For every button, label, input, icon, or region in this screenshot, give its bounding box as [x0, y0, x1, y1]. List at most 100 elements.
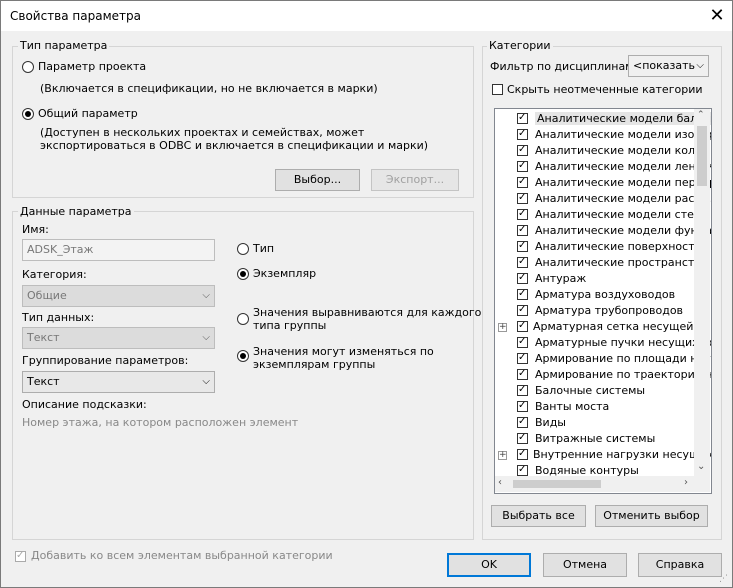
- tree-item-checkbox[interactable]: [517, 447, 528, 460]
- tree-item-label[interactable]: Арматура воздуховодов: [535, 288, 675, 301]
- tree-item-label[interactable]: Аналитические модели стен: [535, 208, 701, 221]
- tree-item-label[interactable]: Аналитические модели изолир: [535, 128, 711, 141]
- aligned-label-line2[interactable]: типа группы: [253, 319, 326, 332]
- tree-item[interactable]: + Арматурная сетка несущей ко: [495, 319, 710, 335]
- tree-item-label[interactable]: Аналитические поверхности: [535, 240, 702, 253]
- tree-item[interactable]: Балочные системы: [495, 383, 695, 399]
- tree-item-label[interactable]: Витражные системы: [535, 432, 655, 445]
- datatype-select[interactable]: Текст ⌵: [22, 327, 215, 349]
- grouping-select[interactable]: Текст ⌵: [22, 371, 215, 393]
- hide-unchecked-label[interactable]: Скрыть неотмеченные категории: [507, 83, 703, 96]
- tree-item[interactable]: Армирование по площади несу: [495, 351, 711, 367]
- tree-item[interactable]: + Внутренние нагрузки несущих ко: [495, 447, 711, 463]
- instance-radio[interactable]: [237, 268, 249, 280]
- tree-item[interactable]: Ванты моста: [495, 399, 695, 415]
- tree-item[interactable]: Виды: [495, 415, 695, 431]
- tree-item-checkbox[interactable]: [517, 271, 528, 284]
- tree-item-checkbox[interactable]: [517, 159, 528, 172]
- cancel-button[interactable]: Отмена: [543, 553, 627, 577]
- tree-item-label[interactable]: Аналитические модели раско...: [535, 192, 711, 205]
- tree-item-label[interactable]: Антураж: [535, 272, 586, 285]
- tree-item[interactable]: Аналитические модели раско...: [495, 191, 711, 207]
- tree-item[interactable]: Аналитические модели стен: [495, 207, 701, 223]
- tree-item-checkbox[interactable]: [517, 111, 528, 124]
- tree-item-label[interactable]: Аналитические модели кол...: [535, 144, 706, 157]
- category-select[interactable]: Общие ⌵: [22, 285, 215, 307]
- help-button[interactable]: Справка: [638, 553, 722, 577]
- chevron-right-icon[interactable]: ›: [684, 477, 688, 488]
- tree-item-checkbox[interactable]: [517, 399, 528, 412]
- tree-item[interactable]: Аналитические модели ленточ: [495, 159, 711, 175]
- tree-item[interactable]: Аналитические модели кол...: [495, 143, 706, 159]
- close-icon[interactable]: ✕: [704, 4, 730, 28]
- vary-radio[interactable]: [237, 350, 249, 362]
- expand-plus-icon[interactable]: +: [498, 323, 507, 332]
- tree-item-checkbox[interactable]: [517, 191, 528, 204]
- tree-item-checkbox[interactable]: [517, 287, 528, 300]
- resize-grip-icon[interactable]: ⋰: [719, 574, 728, 584]
- tree-item-checkbox[interactable]: [517, 319, 528, 332]
- tree-item-label[interactable]: Ванты моста: [535, 400, 609, 413]
- horizontal-scrollbar[interactable]: ‹ ›: [495, 476, 694, 492]
- shared-param-radio[interactable]: [22, 108, 34, 120]
- ok-button[interactable]: OK: [447, 553, 531, 577]
- tree-item-label[interactable]: Арматурные пучки несущих ко: [535, 336, 711, 349]
- tree-item-checkbox[interactable]: [517, 367, 528, 380]
- vary-label-line1[interactable]: Значения могут изменяться по: [253, 345, 434, 358]
- aligned-radio[interactable]: [237, 313, 249, 325]
- vertical-scrollbar[interactable]: ⌃ ⌄: [694, 109, 710, 476]
- tree-item-label[interactable]: Армирование по площади несу: [535, 352, 711, 365]
- add-to-all-checkbox[interactable]: [15, 549, 26, 562]
- hscrollbar-thumb[interactable]: [513, 480, 601, 488]
- project-param-label[interactable]: Параметр проекта: [38, 60, 146, 73]
- type-radio[interactable]: [237, 243, 249, 255]
- tree-item-checkbox[interactable]: [517, 415, 528, 428]
- tree-item-checkbox[interactable]: [517, 239, 528, 252]
- add-to-all-label[interactable]: Добавить ко всем элементам выбранной кат…: [31, 549, 333, 562]
- tree-item-checkbox[interactable]: [517, 255, 528, 268]
- vary-label-line2[interactable]: экземплярам группы: [253, 358, 375, 371]
- tree-item-checkbox[interactable]: [517, 223, 528, 236]
- chevron-up-icon[interactable]: ⌃: [697, 110, 705, 120]
- tree-item-label[interactable]: Арматура трубопроводов: [535, 304, 683, 317]
- hide-unchecked-checkbox[interactable]: [492, 84, 503, 95]
- tree-item[interactable]: Аналитические модели фундам: [495, 223, 711, 239]
- tree-item-checkbox[interactable]: [517, 143, 528, 156]
- chevron-down-icon[interactable]: ⌄: [697, 461, 705, 472]
- tree-item-label[interactable]: Арматурная сетка несущей ко: [533, 320, 710, 333]
- tree-item[interactable]: Арматура трубопроводов: [495, 303, 695, 319]
- tree-item[interactable]: Аналитические поверхности: [495, 239, 702, 255]
- select-button[interactable]: Выбор...: [275, 169, 360, 191]
- tree-item[interactable]: Аналитические модели изолир: [495, 127, 711, 143]
- tree-item[interactable]: Антураж: [495, 271, 695, 287]
- name-field[interactable]: ADSK_Этаж: [22, 239, 215, 261]
- export-button[interactable]: Экспорт...: [371, 169, 459, 191]
- tree-item[interactable]: Витражные системы: [495, 431, 695, 447]
- tree-item[interactable]: Аналитические модели балки: [495, 111, 711, 127]
- tree-item-label[interactable]: Внутренние нагрузки несущих ко: [533, 448, 711, 461]
- tree-item-label[interactable]: Армирование по траектории не: [535, 368, 711, 381]
- instance-label[interactable]: Экземпляр: [253, 267, 316, 280]
- tree-item[interactable]: Аналитические пространства: [495, 255, 708, 271]
- select-all-button[interactable]: Выбрать все: [491, 505, 586, 527]
- categories-tree[interactable]: Аналитические модели балки Аналитические …: [494, 108, 712, 494]
- tree-item-checkbox[interactable]: [517, 335, 528, 348]
- tree-item[interactable]: Аналитические модели перекр: [495, 175, 711, 191]
- tree-item[interactable]: Армирование по траектории не: [495, 367, 711, 383]
- tree-item-checkbox[interactable]: [517, 175, 528, 188]
- tree-item-label[interactable]: Аналитические модели фундам: [535, 224, 711, 237]
- tree-item-label[interactable]: Аналитические модели балки: [535, 112, 711, 125]
- tree-item-label[interactable]: Аналитические модели перекр: [535, 176, 711, 189]
- scrollbar-thumb[interactable]: [697, 126, 707, 186]
- tree-item[interactable]: Арматурные пучки несущих ко: [495, 335, 711, 351]
- tree-item-checkbox[interactable]: [517, 383, 528, 396]
- tree-item-checkbox[interactable]: [517, 431, 528, 444]
- tree-item-checkbox[interactable]: [517, 351, 528, 364]
- filter-select[interactable]: <показать ⌵: [628, 55, 709, 77]
- chevron-left-icon[interactable]: ‹: [498, 477, 502, 488]
- tree-item[interactable]: Арматура воздуховодов: [495, 287, 695, 303]
- tree-item-checkbox[interactable]: [517, 303, 528, 316]
- expand-plus-icon[interactable]: +: [498, 451, 507, 460]
- deselect-all-button[interactable]: Отменить выбор: [595, 505, 708, 527]
- tree-item-label[interactable]: Балочные системы: [535, 384, 645, 397]
